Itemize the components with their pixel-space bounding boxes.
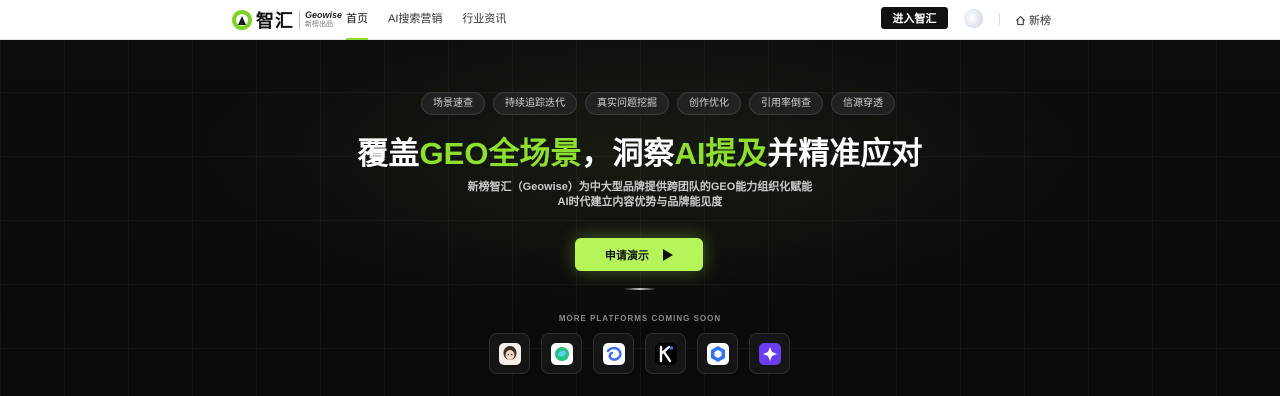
nav-item-ai-search-marketing[interactable]: AI搜索营销 xyxy=(388,0,442,40)
brand-logo[interactable]: 智汇 Geowise 新榜出品 xyxy=(232,7,342,33)
hero-headline: 覆盖GEO全场景，洞察AI提及并精准应对 xyxy=(0,128,1280,173)
wenxin-icon xyxy=(550,342,573,365)
scroll-indicator xyxy=(624,288,656,290)
headline-part-3: ，洞察 xyxy=(581,136,675,171)
nav-item-home[interactable]: 首页 xyxy=(346,0,368,40)
home-icon xyxy=(1015,15,1026,25)
tag-source-penetration: 信源穿透 xyxy=(831,92,895,115)
kimi-icon xyxy=(654,342,677,365)
headline-highlight-geo: GEO全场景 xyxy=(419,136,582,171)
tag-citation-reverse-check: 引用率倒查 xyxy=(749,92,823,115)
tag-real-question-mining: 真实问题挖掘 xyxy=(585,92,669,115)
ai-assistant-icon xyxy=(758,342,781,365)
hero-subtitle-1: 新榜智汇（Geowise）为中大型品牌提供跨团队的GEO能力组织化赋能 xyxy=(467,181,813,193)
top-nav-bar: 智汇 Geowise 新榜出品 首页 AI搜索营销 行业资讯 进入智汇 新榜 xyxy=(0,0,1280,40)
header-divider xyxy=(999,13,1000,25)
tongyi-icon xyxy=(706,342,729,365)
brand-name-en: Geowise xyxy=(305,10,343,20)
platform-doubao[interactable] xyxy=(489,333,530,374)
tag-scene-lookup: 场景速查 xyxy=(421,92,485,115)
headline-part-5: 并精准应对 xyxy=(767,136,923,171)
tag-creation-optimization: 创作优化 xyxy=(677,92,741,115)
user-avatar[interactable] xyxy=(964,9,983,28)
brand-sub: Geowise 新榜出品 xyxy=(299,11,342,29)
nav-item-industry-news[interactable]: 行业资讯 xyxy=(462,0,506,40)
coming-soon-label: MORE PLATFORMS COMING SOON xyxy=(558,314,722,323)
geowise-logo-icon xyxy=(232,10,252,30)
headline-highlight-ai: AI提及 xyxy=(674,136,768,171)
newrank-home-link[interactable]: 新榜 xyxy=(1015,12,1051,28)
headline-part-1: 覆盖 xyxy=(357,136,420,171)
platform-ai-assistant[interactable] xyxy=(749,333,790,374)
hero-subtitle-2: AI时代建立内容优势与品牌能见度 xyxy=(557,196,723,208)
request-demo-label: 申请演示 xyxy=(605,249,649,262)
feature-tags: 场景速查 持续追踪迭代 真实问题挖掘 创作优化 引用率倒查 信源穿透 xyxy=(421,92,895,115)
platform-wenxin[interactable] xyxy=(541,333,582,374)
tencent-yuanbao-icon xyxy=(602,342,625,365)
home-link-label: 新榜 xyxy=(1029,15,1051,27)
request-demo-button[interactable]: 申请演示 xyxy=(575,238,703,271)
brand-byline: 新榜出品 xyxy=(305,21,333,28)
platform-icons-row xyxy=(489,333,790,374)
brand-name-cn: 智汇 xyxy=(256,11,294,31)
platform-yuanbao[interactable] xyxy=(593,333,634,374)
enter-geowise-button[interactable]: 进入智汇 xyxy=(881,7,948,29)
tag-continuous-tracking: 持续追踪迭代 xyxy=(493,92,577,115)
hero-section: 场景速查 持续追踪迭代 真实问题挖掘 创作优化 引用率倒查 信源穿透 覆盖GEO… xyxy=(0,40,1280,396)
play-icon xyxy=(663,248,673,261)
platform-tongyi[interactable] xyxy=(697,333,738,374)
doubao-icon xyxy=(498,342,521,365)
main-nav: 首页 AI搜索营销 行业资讯 xyxy=(346,0,526,40)
platform-kimi[interactable] xyxy=(645,333,686,374)
